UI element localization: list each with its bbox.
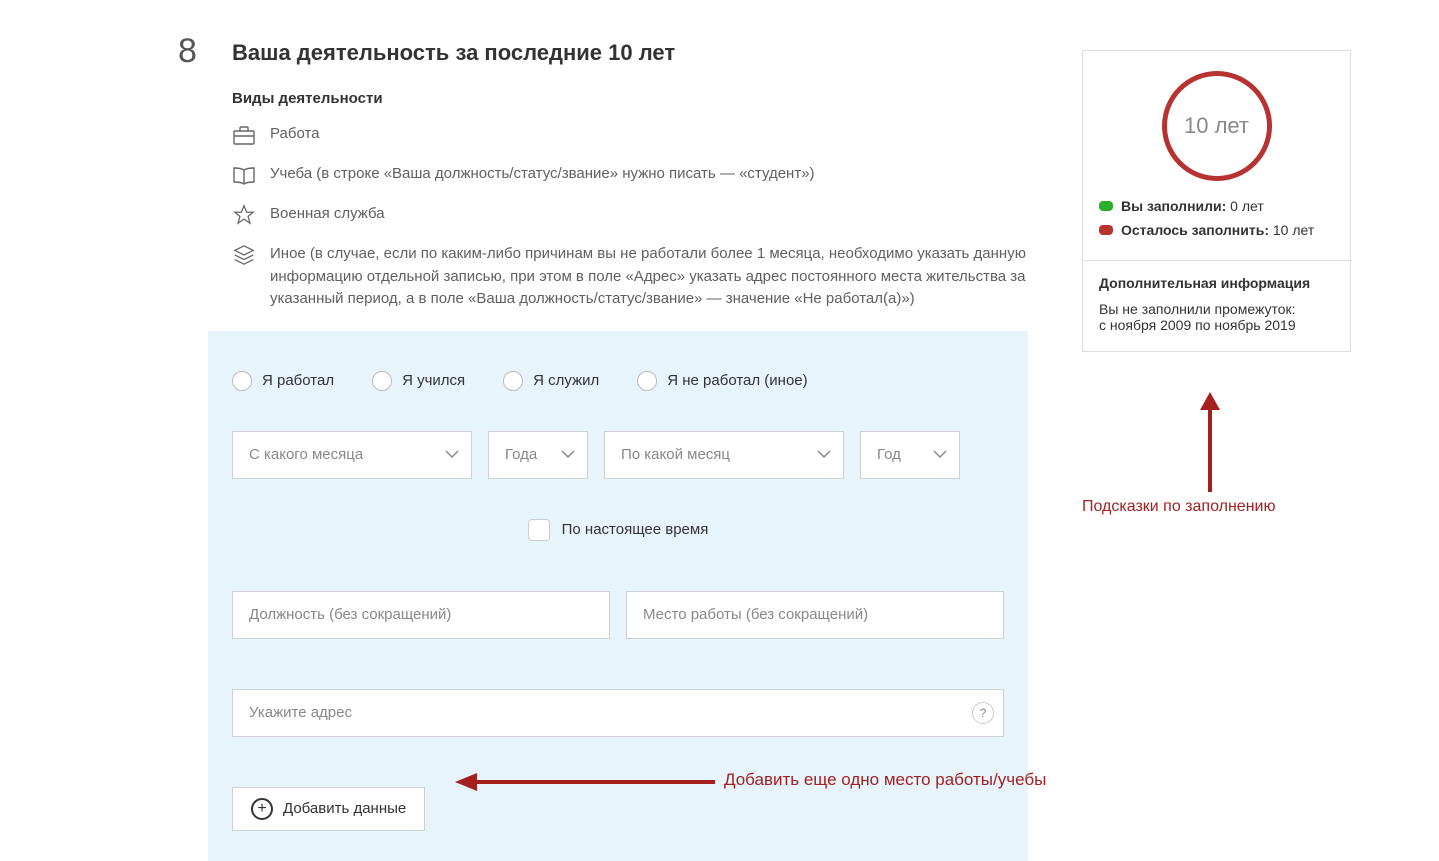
from-month-select[interactable]: С какого месяца [232,431,472,479]
present-checkbox[interactable] [528,519,550,541]
chevron-down-icon [445,446,459,463]
activity-work: Работа [232,123,1028,147]
to-month-select[interactable]: По какой месяц [604,431,844,479]
activity-military-label: Военная служба [270,203,385,226]
activity-study: Учеба (в строке «Ваша должность/статус/з… [232,163,1028,187]
legend-red-icon [1099,225,1113,235]
side-column: 10 лет Вы заполнили: 0 лет Осталось запо… [1082,50,1351,352]
radio-icon [637,371,657,391]
date-range-row: С какого месяца Года По какой месяц [232,431,1004,479]
legend-green-icon [1099,201,1113,211]
book-icon [232,163,256,187]
stat-filled-label: Вы заполнили: [1121,198,1226,214]
address-input[interactable]: Укажите адрес [232,689,1004,737]
star-icon [232,203,256,227]
activity-list: Работа Учеба (в строке «Ваша должность/с… [232,123,1028,311]
progress-ring: 10 лет [1162,71,1272,181]
activity-study-label: Учеба (в строке «Ваша должность/статус/з… [270,163,815,186]
activity-other: Иное (в случае, если по каким-либо причи… [232,243,1028,311]
radio-icon [232,371,252,391]
annotation-arrow-up-icon [1195,392,1225,497]
progress-ring-label: 10 лет [1184,113,1249,139]
radio-worked[interactable]: Я работал [232,371,334,391]
radio-worked-label: Я работал [262,372,334,389]
extra-info-line1: Вы не заполнили промежуток: [1099,301,1334,317]
chevron-down-icon [817,446,831,463]
radio-served[interactable]: Я служил [503,371,599,391]
present-checkbox-row: По настоящее время [232,519,1004,541]
annotation-arrow-left-icon [455,770,715,799]
stat-remaining: Осталось заполнить: 10 лет [1099,221,1334,241]
address-placeholder: Укажите адрес [249,704,352,721]
progress-panel: 10 лет Вы заполнили: 0 лет Осталось запо… [1082,50,1351,352]
annotation-add-hint: Добавить еще одно место работы/учебы [724,770,1046,790]
stat-filled-value: 0 лет [1226,198,1263,214]
extra-info-line2: с ноября 2009 по ноябрь 2019 [1099,317,1334,333]
from-year-placeholder: Года [505,446,537,463]
workplace-input[interactable]: Место работы (без сокращений) [626,591,1004,639]
extra-info-panel: Дополнительная информация Вы не заполнил… [1083,261,1350,351]
activity-military: Военная служба [232,203,1028,227]
chevron-down-icon [933,446,947,463]
annotation-side-hint: Подсказки по заполнению [1082,498,1275,516]
plus-icon: + [251,798,273,820]
question-icon: ? [980,706,987,720]
to-month-placeholder: По какой месяц [621,446,730,463]
layers-icon [232,243,256,267]
stat-remaining-value: 10 лет [1269,222,1314,238]
present-checkbox-label: По настоящее время [562,521,709,538]
subtitle: Виды деятельности [232,90,1028,107]
add-entry-label: Добавить данные [283,800,406,817]
radio-icon [503,371,523,391]
stat-remaining-label: Осталось заполнить: [1121,222,1269,238]
activity-work-label: Работа [270,123,320,146]
chevron-down-icon [561,446,575,463]
position-place-row: Должность (без сокращений) Место работы … [232,591,1004,639]
to-year-placeholder: Год [877,446,901,463]
position-placeholder: Должность (без сокращений) [249,606,451,623]
stat-filled: Вы заполнили: 0 лет [1099,197,1334,217]
position-input[interactable]: Должность (без сокращений) [232,591,610,639]
extra-info-title: Дополнительная информация [1099,275,1334,291]
address-help-button[interactable]: ? [972,702,994,724]
from-month-placeholder: С какого месяца [249,446,363,463]
radio-not-worked[interactable]: Я не работал (иное) [637,371,807,391]
add-entry-button[interactable]: + Добавить данные [232,787,425,831]
to-year-select[interactable]: Год [860,431,960,479]
briefcase-icon [232,123,256,147]
activity-other-label: Иное (в случае, если по каким-либо причи… [270,243,1028,311]
radio-not-worked-label: Я не работал (иное) [667,372,807,389]
radio-served-label: Я служил [533,372,599,389]
radio-icon [372,371,392,391]
activity-type-radio-group: Я работал Я учился Я служил Я не работал… [232,371,1004,391]
from-year-select[interactable]: Года [488,431,588,479]
section-title: Ваша деятельность за последние 10 лет [232,30,1028,66]
workplace-placeholder: Место работы (без сокращений) [643,606,868,623]
radio-studied[interactable]: Я учился [372,371,465,391]
address-row: Укажите адрес ? [232,689,1004,737]
radio-studied-label: Я учился [402,372,465,389]
